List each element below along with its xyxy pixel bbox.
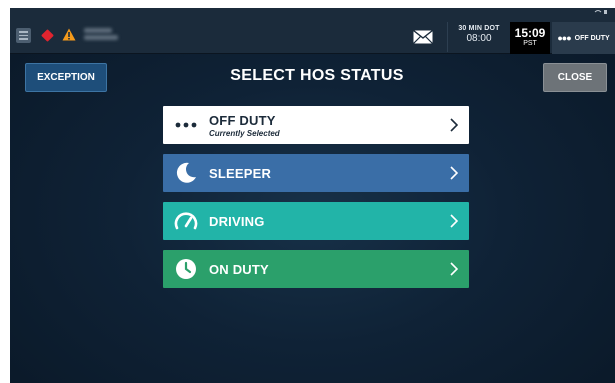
option-label: SLEEPER: [209, 165, 272, 181]
option-sublabel: Currently Selected: [209, 128, 280, 138]
clock-icon: [163, 250, 209, 288]
driver-name-redacted[interactable]: [84, 26, 128, 46]
option-text: ON DUTY: [209, 262, 439, 277]
time-value: 15:09: [514, 26, 546, 40]
status-option-sleeper[interactable]: SLEEPER: [163, 154, 469, 192]
dots-icon: [163, 106, 209, 144]
alert-indicator-icon[interactable]: [41, 29, 54, 42]
warning-icon[interactable]: [62, 28, 76, 46]
chevron-right-icon: [439, 262, 469, 276]
dots-icon: ●●●: [557, 33, 571, 43]
option-label: OFF DUTY: [209, 112, 276, 128]
current-time: 15:09 PST: [510, 22, 550, 54]
status-option-driving[interactable]: DRIVING: [163, 202, 469, 240]
page-title: SELECT HOS STATUS: [230, 67, 404, 84]
option-text: DRIVING: [209, 214, 439, 229]
timezone: PST: [523, 40, 537, 47]
current-status-chip[interactable]: ●●● OFF DUTY: [552, 22, 615, 54]
menu-icon-line: [19, 31, 28, 33]
moon-icon: [163, 154, 209, 192]
option-label: DRIVING: [209, 213, 265, 229]
speedometer-icon: [163, 202, 209, 240]
menu-button[interactable]: [16, 28, 31, 43]
top-bar: 30 MIN DOT 08:00 15:09 PST ●●● OFF DUTY: [10, 8, 615, 54]
current-status-label: OFF DUTY: [574, 34, 610, 42]
wifi-icon: [594, 2, 608, 20]
menu-icon-line: [19, 34, 28, 37]
close-button[interactable]: CLOSE: [543, 63, 607, 92]
status-option-on-duty[interactable]: ON DUTY: [163, 250, 469, 288]
status-option-off-duty[interactable]: OFF DUTY Currently Selected: [163, 106, 469, 144]
dot-clock[interactable]: 30 MIN DOT 08:00: [453, 25, 505, 44]
dot-clock-label: 30 MIN DOT: [458, 25, 500, 32]
chevron-right-icon: [439, 118, 469, 132]
menu-icon-line: [19, 38, 28, 40]
chevron-right-icon: [439, 166, 469, 180]
dot-clock-value: 08:00: [466, 33, 492, 44]
messages-button[interactable]: [410, 24, 436, 50]
hos-status-screen: 30 MIN DOT 08:00 15:09 PST ●●● OFF DUTY …: [10, 8, 615, 383]
chevron-right-icon: [439, 214, 469, 228]
divider: [447, 22, 448, 52]
redacted-line: [84, 35, 118, 40]
option-label: ON DUTY: [209, 261, 269, 277]
option-text: OFF DUTY Currently Selected: [209, 113, 439, 138]
exception-button[interactable]: EXCEPTION: [25, 63, 107, 92]
envelope-icon: [413, 30, 433, 44]
option-text: SLEEPER: [209, 166, 439, 181]
redacted-line: [84, 28, 112, 33]
